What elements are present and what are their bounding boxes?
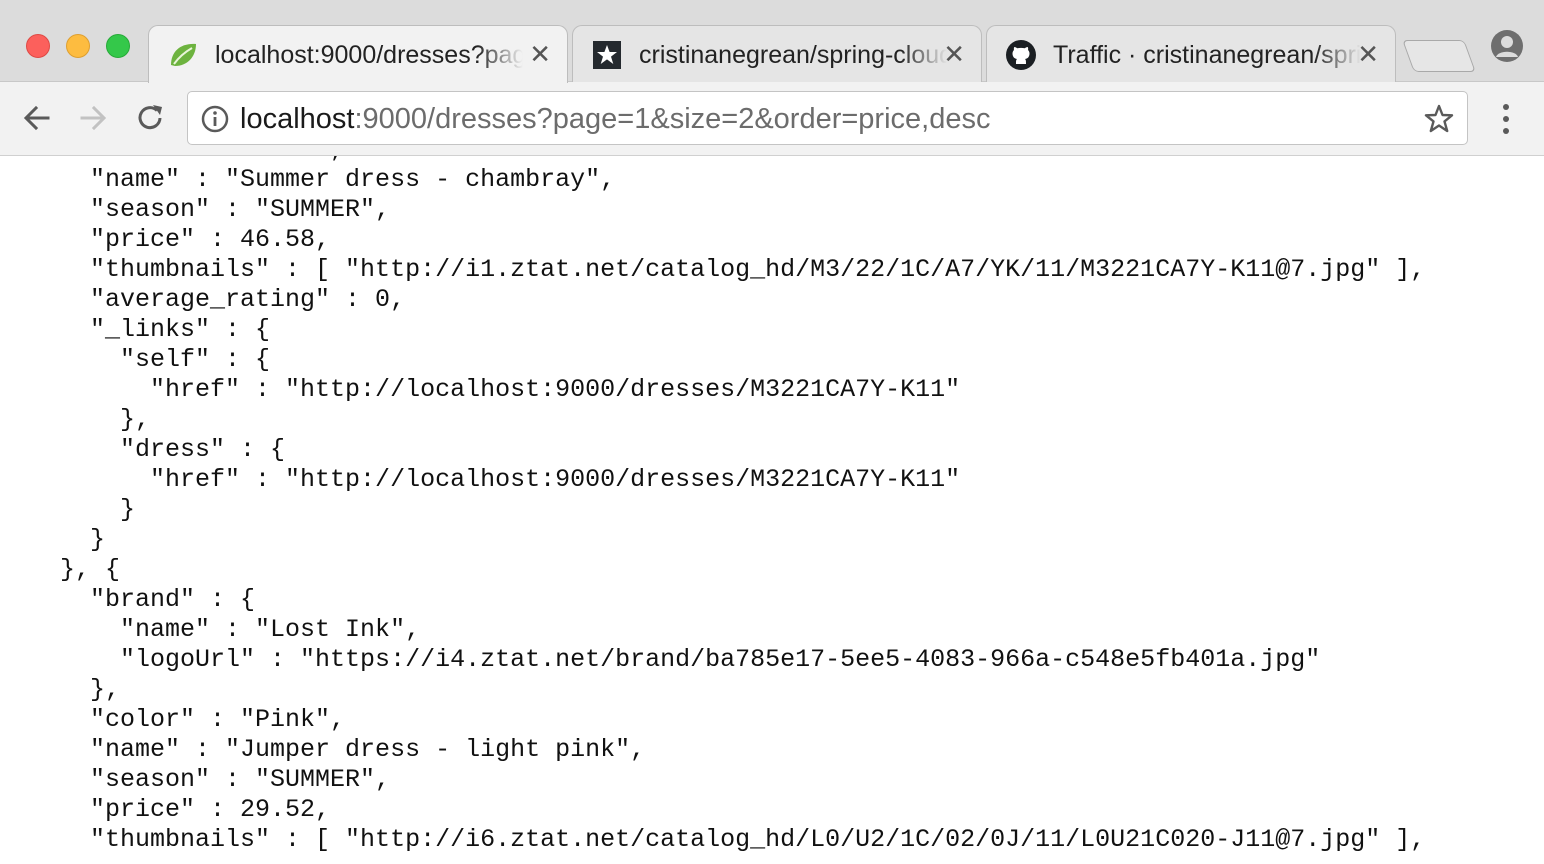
url-host: localhost <box>240 103 355 135</box>
json-line: "season" : "SUMMER", <box>0 195 391 224</box>
json-line: "name" : "Summer dress - chambray", <box>0 165 616 194</box>
json-line: "href" : "http://localhost:9000/dresses/… <box>0 375 961 404</box>
info-icon[interactable] <box>201 105 229 133</box>
new-tab-button[interactable] <box>1402 40 1476 72</box>
spring-leaf-icon <box>171 43 196 66</box>
tab-localhost-dresses[interactable]: localhost:9000/dresses?page=1&size=2&ord… <box>148 25 568 83</box>
json-line: "logoUrl" : "https://i4.ztat.net/brand/b… <box>0 645 1321 674</box>
json-response-text: "color" : "Blue", "name" : "Summer dress… <box>0 156 1425 855</box>
reload-icon[interactable] <box>131 99 169 137</box>
json-line: "color" : "Blue", <box>0 156 345 164</box>
json-line: "name" : "Lost Ink", <box>0 615 421 644</box>
json-line: "color" : "Pink", <box>0 705 346 734</box>
forward-arrow-icon[interactable] <box>74 99 112 137</box>
tab-close-button[interactable]: ✕ <box>1357 41 1379 67</box>
json-line: "average_rating" : 0, <box>0 285 406 314</box>
tab-strip: localhost:9000/dresses?page=1&size=2&ord… <box>0 0 1544 83</box>
url-text: localhost:9000/dresses?page=1&size=2&ord… <box>240 103 990 136</box>
json-line: "_links" : { <box>0 315 271 344</box>
json-line: "name" : "Jumper dress - light pink", <box>0 735 646 764</box>
json-line: } <box>0 495 136 524</box>
browser-toolbar: localhost:9000/dresses?page=1&size=2&ord… <box>0 82 1544 156</box>
json-line: "thumbnails" : [ "http://i1.ztat.net/cat… <box>0 255 1426 284</box>
bookmark-star-icon[interactable] <box>1423 103 1455 135</box>
json-line: "self" : { <box>0 345 271 374</box>
window-close-button[interactable] <box>26 34 50 58</box>
json-line: "brand" : { <box>0 585 256 614</box>
github-icon <box>1006 40 1036 70</box>
tab-title: cristinanegrean/spring-cloud-dataflow <box>639 41 947 69</box>
json-line: }, <box>0 405 151 434</box>
page-content: "color" : "Blue", "name" : "Summer dress… <box>0 156 1544 864</box>
tab-traffic[interactable]: Traffic · cristinanegrean/spring-cloud-d… <box>986 25 1396 82</box>
tab-title: Traffic · cristinanegrean/spring-cloud-d… <box>1053 41 1361 69</box>
json-line: "price" : 46.58, <box>0 225 331 254</box>
profile-icon[interactable] <box>1490 29 1524 63</box>
back-arrow-icon[interactable] <box>18 99 56 137</box>
tab-spring-cloud-repo[interactable]: cristinanegrean/spring-cloud-dataflow ✕ <box>572 25 982 82</box>
window-minimize-button[interactable] <box>66 34 90 58</box>
url-path: :9000/dresses?page=1&size=2&order=price,… <box>354 103 991 135</box>
json-line: "price" : 29.52, <box>0 795 331 824</box>
json-line: }, { <box>0 555 121 584</box>
json-line: "dress" : { <box>0 435 286 464</box>
tab-close-button[interactable]: ✕ <box>943 41 965 67</box>
bookmark-star-icon <box>593 41 621 69</box>
tab-close-button[interactable]: ✕ <box>529 41 551 67</box>
json-line: }, <box>0 675 121 704</box>
tab-title: localhost:9000/dresses?page=1&size=2&ord… <box>215 41 523 69</box>
menu-kebab-icon[interactable] <box>1496 100 1516 138</box>
json-line: } <box>0 525 106 554</box>
address-bar[interactable]: localhost:9000/dresses?page=1&size=2&ord… <box>187 91 1468 145</box>
json-line: "season" : "SUMMER", <box>0 765 391 794</box>
window-maximize-button[interactable] <box>106 34 130 58</box>
json-line: "thumbnails" : [ "http://i6.ztat.net/cat… <box>0 825 1426 854</box>
json-line: "href" : "http://localhost:9000/dresses/… <box>0 465 961 494</box>
